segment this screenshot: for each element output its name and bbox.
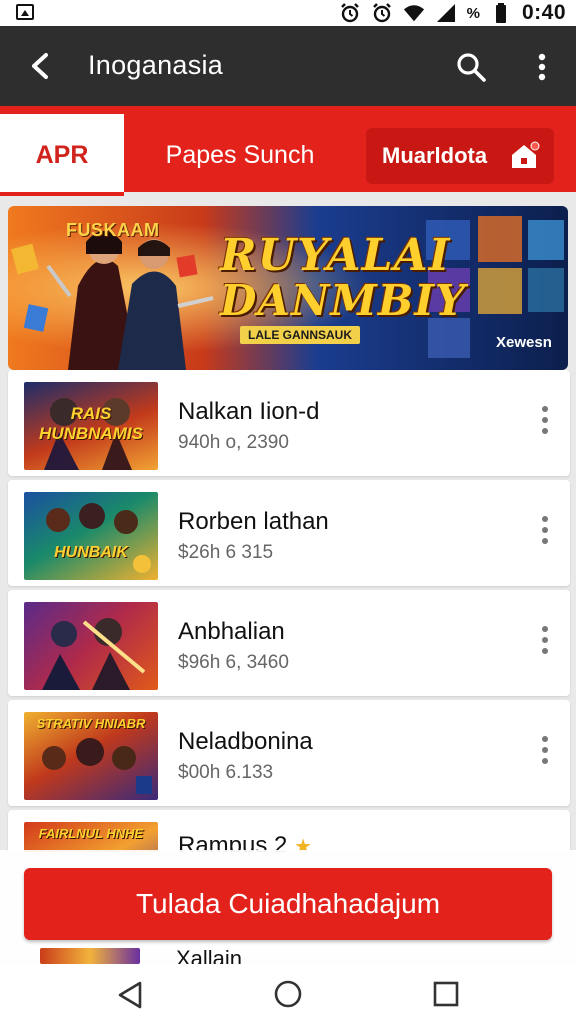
system-nav-bar [0, 964, 576, 1024]
back-arrow-icon [32, 53, 48, 79]
item-thumbnail [24, 602, 158, 690]
item-more-icon[interactable] [534, 620, 556, 660]
list-item[interactable]: HUNBAIK Rorben lathan $26h 6 315 [8, 480, 570, 586]
battery-text: % [466, 4, 480, 22]
item-title: Rampus 2 [178, 832, 288, 852]
tab-muarldota-label: Muarldota [382, 143, 488, 168]
status-icons: % 0:40 [339, 0, 566, 26]
item-subtitle: 940h o, 2390 [178, 432, 289, 453]
clock: 0:40 [521, 1, 566, 24]
item-title: Neladbonina [178, 728, 313, 755]
item-thumbnail: STRATIV HNIABR [24, 712, 158, 800]
primary-action-button[interactable]: Tulada Cuiadhahadajum [24, 868, 552, 940]
item-subtitle: $26h 6 315 [178, 542, 274, 563]
item-more-icon[interactable] [534, 730, 556, 770]
search-icon [457, 53, 486, 82]
list-item[interactable]: RAIS HUNBNAMIS Nalkan Iion‑d 940h o, 239… [8, 370, 570, 476]
home-badge-icon [512, 141, 540, 168]
item-thumbnail: RAIS HUNBNAMIS [24, 382, 158, 470]
tab-muarldota[interactable]: Muarldota [366, 128, 554, 184]
search-button[interactable] [452, 48, 490, 86]
app-bar: Inoganasia [0, 26, 576, 106]
item-thumbnail: HUNBAIK [24, 492, 158, 580]
wifi-icon [403, 3, 425, 23]
tab-papes-sunch[interactable]: Papes Sunch [124, 114, 356, 196]
item-title: Anbhalian [178, 618, 285, 645]
page-title: Inoganasia [88, 50, 224, 80]
item-thumbnail-title: HUNBAIK [54, 544, 128, 561]
nav-back-icon[interactable] [116, 980, 146, 1010]
nav-home-icon[interactable] [272, 978, 304, 1010]
status-bar: % 0:40 [0, 0, 576, 26]
banner-logo: Xewesn [496, 334, 552, 351]
alarm-icon [339, 3, 361, 23]
peek-item-thumbnail [40, 948, 140, 964]
tab-bar: APR Papes Sunch Muarldota [0, 106, 576, 196]
banner-subtitle: LALE GANNSAUK [240, 326, 360, 344]
item-title: Nalkan Iion‑d [178, 398, 320, 425]
more-vert-icon [538, 53, 546, 81]
banner-title-line2: DANMBIY [220, 276, 467, 325]
alarm-icon-2 [371, 3, 393, 23]
item-thumbnail-title: RAIS HUNBNAMIS [39, 404, 143, 443]
item-more-icon[interactable] [534, 510, 556, 550]
item-more-icon[interactable] [534, 400, 556, 440]
back-button[interactable] [22, 48, 58, 84]
bottom-action-area: Tulada Cuiadhahadajum Xallain [0, 850, 576, 971]
item-subtitle: $96h 6, 3460 [178, 652, 289, 673]
list-item[interactable]: FAIRLNUL HNHE Rampus 2 ★ [8, 810, 570, 852]
gallery-icon [16, 4, 34, 20]
list-item[interactable]: STRATIV HNIABR Neladbonina $00h 6.133 [8, 700, 570, 806]
tab-apr[interactable]: APR [0, 114, 124, 196]
item-thumbnail-title: STRATIV HNIABR [36, 716, 146, 731]
item-title-row: Rampus 2 ★ [178, 832, 312, 852]
nav-recents-icon[interactable] [432, 980, 460, 1008]
item-thumbnail: FAIRLNUL HNHE [24, 822, 158, 852]
list-item[interactable]: Anbhalian $96h 6, 3460 [8, 590, 570, 696]
banner-brand: FUSKAAM [66, 220, 160, 240]
item-subtitle: $00h 6.133 [178, 762, 274, 783]
screen: % 0:40 Inoganasia APR Papes Sunch Muarld… [0, 0, 576, 1024]
item-thumbnail-title: FAIRLNUL HNHE [38, 826, 144, 841]
content-list[interactable]: FUSKAAM RUYALAI DANMBIY LALE GANNSAUK Xe… [0, 192, 576, 852]
featured-banner[interactable]: FUSKAAM RUYALAI DANMBIY LALE GANNSAUK Xe… [8, 206, 568, 370]
item-title: Rorben lathan [178, 508, 329, 535]
signal-icon [435, 3, 457, 23]
more-options-button[interactable] [526, 48, 558, 86]
battery-icon [490, 3, 512, 23]
banner-title-line1: RUYALAI [220, 230, 451, 281]
